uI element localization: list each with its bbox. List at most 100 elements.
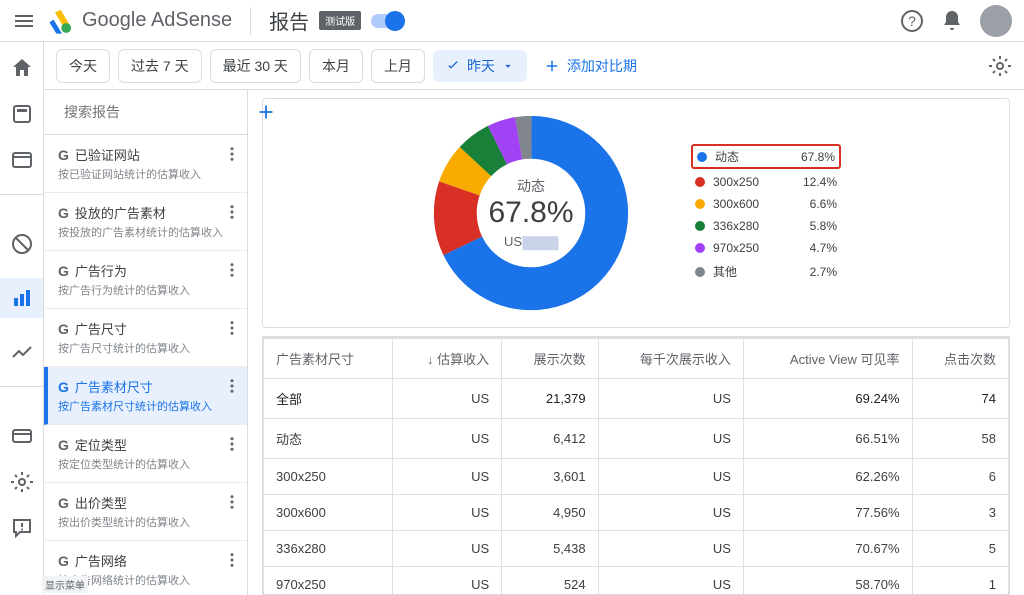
legend-row[interactable]: 300x250 12.4%	[691, 173, 841, 191]
more-vert-icon[interactable]	[223, 145, 241, 163]
cell-imp: 4,950	[502, 495, 598, 531]
more-vert-icon[interactable]	[223, 551, 241, 569]
cell-rpm: US	[598, 531, 743, 567]
chip-last-month[interactable]: 上月	[371, 49, 425, 83]
hamburger-icon[interactable]	[12, 9, 36, 33]
report-item[interactable]: G出价类型 按出价类型统计的估算收入	[44, 483, 247, 541]
chip-this-month[interactable]: 本月	[309, 49, 363, 83]
account-avatar[interactable]	[980, 5, 1012, 37]
beta-toggle[interactable]	[371, 14, 403, 28]
table-row[interactable]: 300x250 US 3,601 US 62.26% 6	[264, 459, 1009, 495]
cell-imp: 524	[502, 567, 598, 595]
legend-name: 其他	[713, 263, 802, 280]
google-mark-icon: G	[58, 263, 69, 279]
reports-list[interactable]: G已验证网站 按已验证网站统计的估算收入 G投放的广告素材 按投放的广告素材统计…	[44, 135, 247, 595]
col-rpm[interactable]: 每千次展示收入	[598, 339, 743, 379]
cell-clicks: 58	[912, 419, 1009, 459]
table-row[interactable]: 336x280 US 5,438 US 70.67% 5	[264, 531, 1009, 567]
cell-rpm: US	[598, 379, 743, 419]
google-mark-icon: G	[58, 495, 69, 511]
report-subtitle: 按广告素材尺寸统计的估算收入	[58, 398, 235, 414]
legend-value: 2.7%	[810, 265, 837, 279]
cell-rpm: US	[598, 459, 743, 495]
cell-av: 62.26%	[743, 459, 912, 495]
more-vert-icon[interactable]	[223, 435, 241, 453]
data-table[interactable]: 广告素材尺寸 ↓ 估算收入 展示次数 每千次展示收入 Active View 可…	[262, 336, 1010, 595]
settings-icon[interactable]	[10, 470, 34, 494]
col-clicks[interactable]: 点击次数	[912, 339, 1009, 379]
report-item[interactable]: G广告尺寸 按广告尺寸统计的估算收入	[44, 309, 247, 367]
legend-dot-icon	[695, 267, 705, 277]
more-vert-icon[interactable]	[223, 493, 241, 511]
report-item[interactable]: G定位类型 按定位类型统计的估算收入	[44, 425, 247, 483]
add-compare-button[interactable]: 添加对比期	[543, 56, 637, 76]
chip-last-30[interactable]: 最近 30 天	[210, 49, 301, 83]
sites-icon[interactable]	[10, 148, 34, 172]
col-revenue[interactable]: ↓ 估算收入	[393, 339, 502, 379]
cell-clicks: 74	[912, 379, 1009, 419]
table-row[interactable]: 全部 US 21,379 US 69.24% 74	[264, 379, 1009, 419]
report-subtitle: 按定位类型统计的估算收入	[58, 456, 235, 472]
cell-rev: US	[393, 567, 502, 595]
report-subtitle: 按投放的广告素材统计的估算收入	[58, 224, 235, 240]
report-subtitle: 按出价类型统计的估算收入	[58, 514, 235, 530]
feedback-icon[interactable]	[10, 516, 34, 540]
google-mark-icon: G	[58, 553, 69, 569]
cell-rev: US	[393, 419, 502, 459]
chip-today[interactable]: 今天	[56, 49, 110, 83]
cell-dim: 970x250	[264, 567, 393, 595]
col-active-view[interactable]: Active View 可见率	[743, 339, 912, 379]
add-report-button[interactable]	[255, 98, 277, 126]
optimize-icon[interactable]	[10, 340, 34, 364]
report-settings-icon[interactable]	[988, 54, 1012, 78]
legend-name: 336x280	[713, 219, 802, 233]
report-item[interactable]: G已验证网站 按已验证网站统计的估算收入	[44, 135, 247, 193]
ads-icon[interactable]	[10, 102, 34, 126]
report-item[interactable]: G投放的广告素材 按投放的广告素材统计的估算收入	[44, 193, 247, 251]
table-row[interactable]: 970x250 US 524 US 58.70% 1	[264, 567, 1009, 595]
google-mark-icon: G	[58, 379, 69, 395]
more-vert-icon[interactable]	[223, 203, 241, 221]
legend-row[interactable]: 其他 2.7%	[691, 261, 841, 282]
adsense-logo[interactable]: Google AdSense	[48, 7, 232, 35]
col-impressions[interactable]: 展示次数	[502, 339, 598, 379]
legend-name: 300x250	[713, 175, 795, 189]
col-dimension[interactable]: 广告素材尺寸	[264, 339, 393, 379]
cell-rev: US	[393, 531, 502, 567]
home-icon[interactable]	[10, 56, 34, 80]
more-vert-icon[interactable]	[223, 319, 241, 337]
report-title: 广告尺寸	[75, 319, 127, 338]
plus-circle-icon	[255, 101, 277, 123]
nav-reports[interactable]	[0, 278, 43, 318]
donut-chart-card: 动态 67.8% US 动态 67.8% 300x250 12.4% 300x6…	[262, 98, 1010, 328]
help-icon[interactable]: ?	[900, 9, 924, 33]
reports-icon	[10, 286, 34, 310]
notifications-icon[interactable]	[940, 9, 964, 33]
legend-row[interactable]: 动态 67.8%	[691, 144, 841, 169]
cell-av: 66.51%	[743, 419, 912, 459]
table-row[interactable]: 动态 US 6,412 US 66.51% 58	[264, 419, 1009, 459]
legend-dot-icon	[695, 243, 705, 253]
chip-last-7[interactable]: 过去 7 天	[118, 49, 202, 83]
chip-yesterday-label: 昨天	[467, 56, 495, 76]
legend-row[interactable]: 336x280 5.8%	[691, 217, 841, 235]
table-row[interactable]: 300x600 US 4,950 US 77.56% 3	[264, 495, 1009, 531]
search-reports-input[interactable]	[64, 104, 245, 120]
legend-row[interactable]: 970x250 4.7%	[691, 239, 841, 257]
more-vert-icon[interactable]	[223, 377, 241, 395]
more-vert-icon[interactable]	[223, 261, 241, 279]
cell-dim: 动态	[264, 419, 393, 459]
svg-text:?: ?	[908, 13, 916, 29]
date-toolbar: 今天 过去 7 天 最近 30 天 本月 上月 昨天 添加对比期	[44, 42, 1024, 90]
report-item[interactable]: G广告素材尺寸 按广告素材尺寸统计的估算收入	[44, 367, 247, 425]
check-icon	[445, 58, 461, 74]
payments-icon[interactable]	[10, 424, 34, 448]
add-compare-label: 添加对比期	[567, 56, 637, 76]
donut-center-label: 动态	[488, 176, 573, 196]
legend-row[interactable]: 300x600 6.6%	[691, 195, 841, 213]
chip-yesterday[interactable]: 昨天	[433, 50, 527, 82]
report-item[interactable]: G广告行为 按广告行为统计的估算收入	[44, 251, 247, 309]
cell-dim: 300x250	[264, 459, 393, 495]
block-icon[interactable]	[10, 232, 34, 256]
show-menu-label: 显示菜单	[42, 576, 88, 593]
